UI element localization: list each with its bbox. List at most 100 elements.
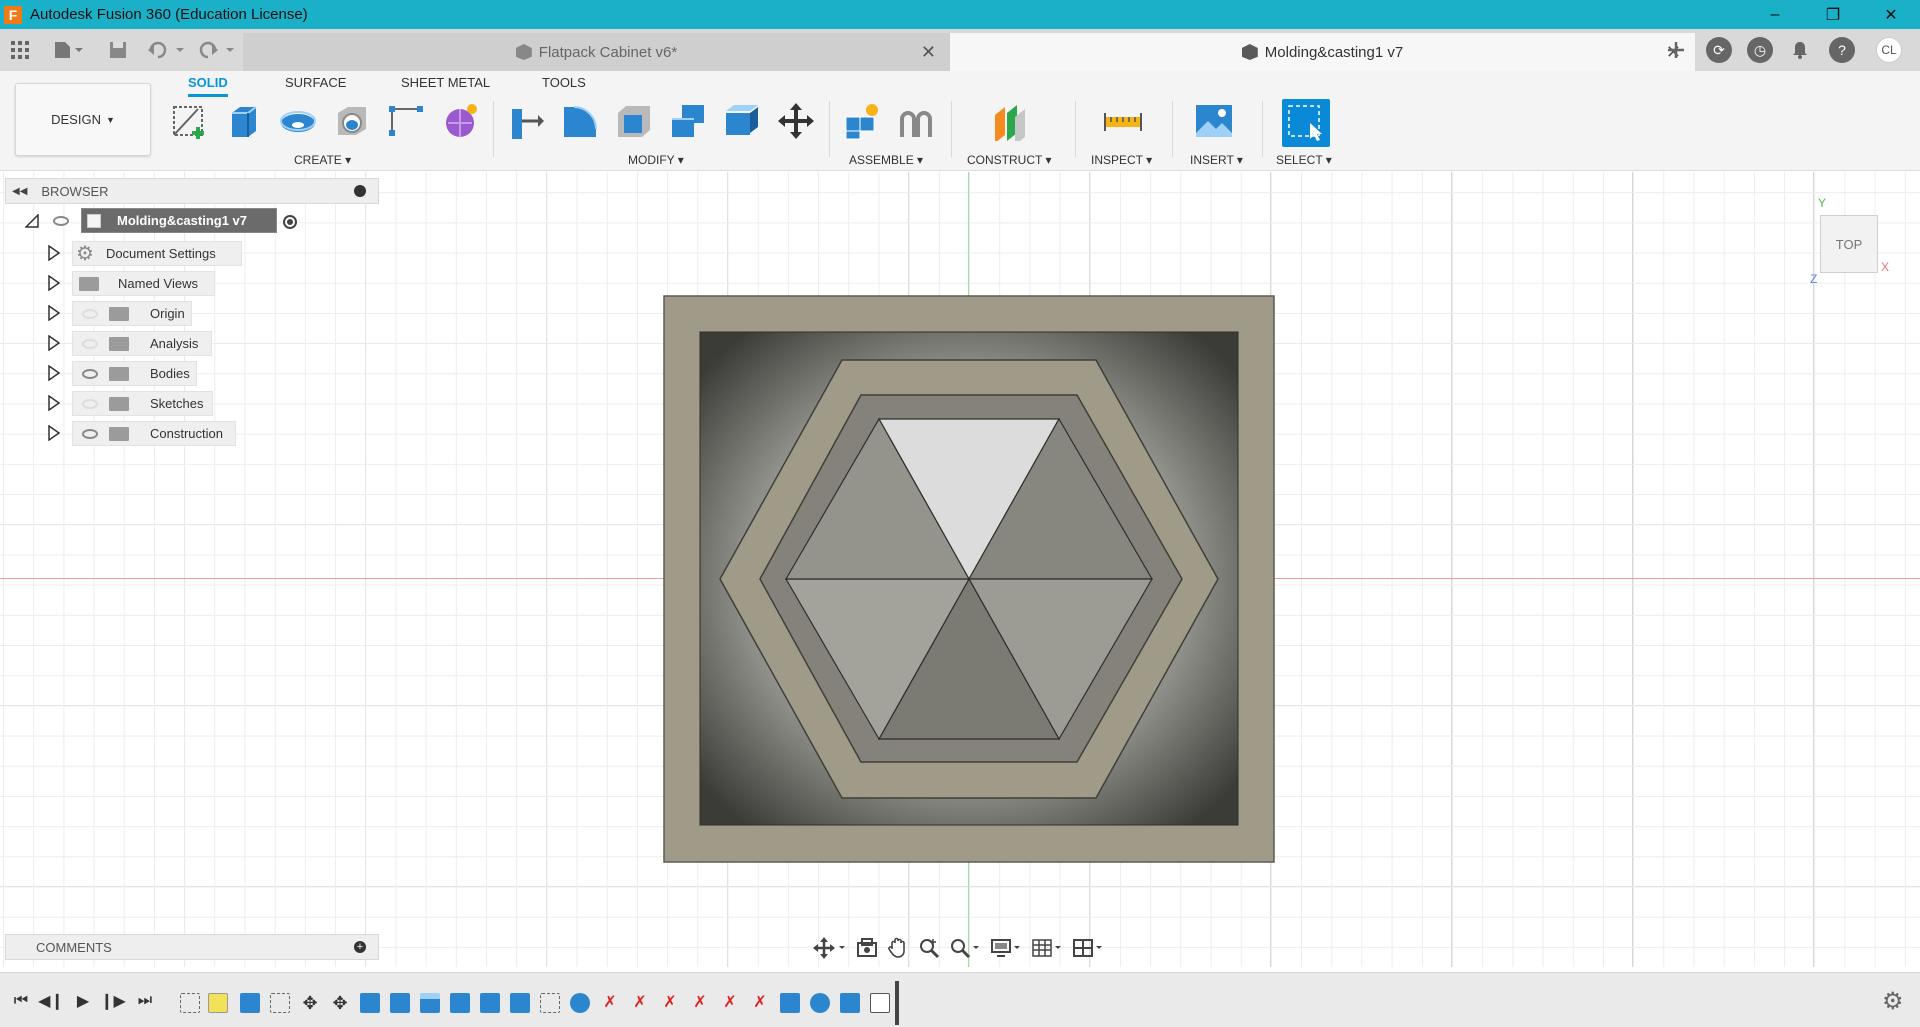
timeline-sketch-icon[interactable] (270, 993, 290, 1013)
browser-item-sketches[interactable]: Sketches (5, 388, 379, 418)
browser-item-box[interactable]: Origin (72, 300, 192, 326)
browser-item-bodies[interactable]: Bodies (5, 358, 379, 388)
restore-icon[interactable]: ❐ (1804, 0, 1862, 29)
tab-flatpack-cabinet[interactable]: Flatpack Cabinet v6* ✕ (243, 33, 950, 71)
expand-arrow-icon[interactable] (47, 245, 61, 261)
timeline-sketch-icon[interactable] (540, 993, 560, 1013)
offset-face-icon[interactable] (720, 99, 764, 143)
tab-solid[interactable]: SOLID (188, 75, 228, 97)
inspect-menu[interactable]: INSPECT ▾ (1091, 153, 1152, 167)
expand-arrow-icon[interactable] (47, 425, 61, 441)
select-menu[interactable]: SELECT ▾ (1276, 153, 1332, 167)
timeline-shell-icon[interactable] (870, 993, 890, 1013)
display-settings-icon[interactable] (990, 937, 1022, 959)
tab-sheet-metal[interactable]: SHEET METAL (401, 75, 490, 94)
browser-item-construction[interactable]: Construction (5, 418, 379, 448)
timeline-revolve-icon[interactable] (810, 993, 830, 1013)
timeline-combine-icon[interactable]: ✗ (630, 993, 650, 1013)
hidden-eye-icon[interactable] (82, 398, 98, 409)
timeline-sketch-icon[interactable] (180, 993, 200, 1013)
timeline-combine-icon[interactable]: ✗ (660, 993, 680, 1013)
close-tab-icon[interactable]: ✕ (921, 42, 936, 63)
pan-hand-icon[interactable] (887, 937, 909, 959)
visibility-eye-icon[interactable] (82, 368, 98, 379)
move-copy-icon[interactable] (774, 99, 818, 143)
activate-radio-icon[interactable] (283, 215, 297, 229)
expand-arrow-icon[interactable] (47, 305, 61, 321)
create-form-icon[interactable] (438, 99, 482, 143)
timeline-combine-body-icon[interactable] (840, 993, 860, 1013)
timeline-marker[interactable] (895, 981, 899, 1025)
timeline-extrude-icon[interactable] (510, 993, 530, 1013)
construct-menu[interactable]: CONSTRUCT ▾ (967, 153, 1051, 167)
timeline-combine-icon[interactable]: ✗ (750, 993, 770, 1013)
grid-settings-icon[interactable] (1031, 937, 1063, 959)
rectangular-pattern-icon[interactable] (384, 99, 428, 143)
timeline-offset-icon[interactable] (420, 993, 440, 1013)
timeline-revolve-icon[interactable] (570, 993, 590, 1013)
expand-arrow-icon[interactable] (47, 335, 61, 351)
visibility-eye-icon[interactable] (53, 216, 69, 226)
create-sketch-icon[interactable] (168, 99, 212, 143)
timeline-extrude-icon[interactable] (450, 993, 470, 1013)
fit-zoom-icon[interactable] (949, 937, 981, 959)
insert-canvas-icon[interactable] (1192, 99, 1236, 143)
timeline-extrude-icon[interactable] (360, 993, 380, 1013)
minimize-panel-icon[interactable] (354, 185, 366, 197)
extrude-icon[interactable] (222, 99, 266, 143)
expand-arrow-icon[interactable] (47, 365, 61, 381)
timeline-step-forward-icon[interactable]: ❙▶ (100, 990, 126, 1012)
collapse-browser-icon[interactable]: ◀◀ (12, 186, 27, 197)
browser-item-document-settings[interactable]: ⚙ Document Settings (5, 238, 379, 268)
workspace-switcher-button[interactable]: DESIGN ▼ (15, 83, 151, 156)
browser-item-analysis[interactable]: Analysis (5, 328, 379, 358)
timeline-extrude-icon[interactable] (480, 993, 500, 1013)
mold-model[interactable] (663, 295, 1275, 863)
combine-icon[interactable] (666, 99, 710, 143)
timeline-combine-icon[interactable]: ✗ (690, 993, 710, 1013)
collapse-root-icon[interactable] (25, 214, 39, 228)
joint-icon[interactable] (894, 99, 938, 143)
save-icon[interactable] (106, 38, 130, 62)
browser-root-label-box[interactable]: Molding&casting1 v7 (81, 208, 277, 233)
browser-item-origin[interactable]: Origin (5, 298, 379, 328)
create-menu[interactable]: CREATE ▾ (294, 153, 351, 167)
timeline-start-icon[interactable]: ⏮ (10, 990, 32, 1012)
browser-root-row[interactable]: Molding&casting1 v7 (5, 204, 379, 238)
browser-item-named-views[interactable]: Named Views (5, 268, 379, 298)
extensions-icon[interactable]: ⟳ (1706, 37, 1732, 63)
hidden-eye-icon[interactable] (82, 308, 98, 319)
tab-molding-casting[interactable]: Molding&casting1 v7 ✕ (950, 33, 1695, 71)
assemble-menu[interactable]: ASSEMBLE ▾ (849, 153, 923, 167)
select-tool-icon[interactable] (1282, 99, 1330, 147)
settings-gear-icon[interactable]: ⚙ (1882, 987, 1904, 1016)
timeline-move-icon[interactable]: ✥ (300, 993, 320, 1013)
fillet-icon[interactable] (558, 99, 602, 143)
job-status-icon[interactable]: ◷ (1747, 37, 1773, 63)
help-icon[interactable]: ? (1829, 37, 1855, 63)
timeline-combine-icon[interactable]: ✗ (720, 993, 740, 1013)
expand-arrow-icon[interactable] (47, 275, 61, 291)
expand-arrow-icon[interactable] (47, 395, 61, 411)
timeline-move-icon[interactable]: ✥ (330, 993, 350, 1013)
user-avatar[interactable]: CL (1876, 37, 1902, 63)
timeline-plane-icon[interactable] (208, 993, 228, 1013)
browser-item-box[interactable]: Construction (72, 420, 236, 446)
browser-item-box[interactable]: Named Views (72, 270, 215, 296)
data-panel-grid-icon[interactable] (8, 38, 32, 62)
hidden-eye-icon[interactable] (82, 338, 98, 349)
revolve-icon[interactable] (276, 99, 320, 143)
shell-icon[interactable] (612, 99, 656, 143)
timeline-extrude-icon[interactable] (780, 993, 800, 1013)
zoom-icon[interactable] (918, 937, 940, 959)
timeline-combine-icon[interactable]: ✗ (600, 993, 620, 1013)
new-tab-icon[interactable] (1664, 38, 1688, 62)
browser-item-box[interactable]: ⚙ Document Settings (72, 240, 242, 266)
insert-menu[interactable]: INSERT ▾ (1190, 153, 1243, 167)
browser-item-box[interactable]: Sketches (72, 390, 213, 416)
viewcube[interactable]: TOP (1820, 215, 1878, 273)
timeline-step-back-icon[interactable]: ◀❙ (38, 990, 64, 1012)
timeline-play-icon[interactable]: ▶ (72, 990, 94, 1012)
notifications-bell-icon[interactable] (1788, 38, 1812, 62)
tab-tools[interactable]: TOOLS (542, 75, 586, 94)
